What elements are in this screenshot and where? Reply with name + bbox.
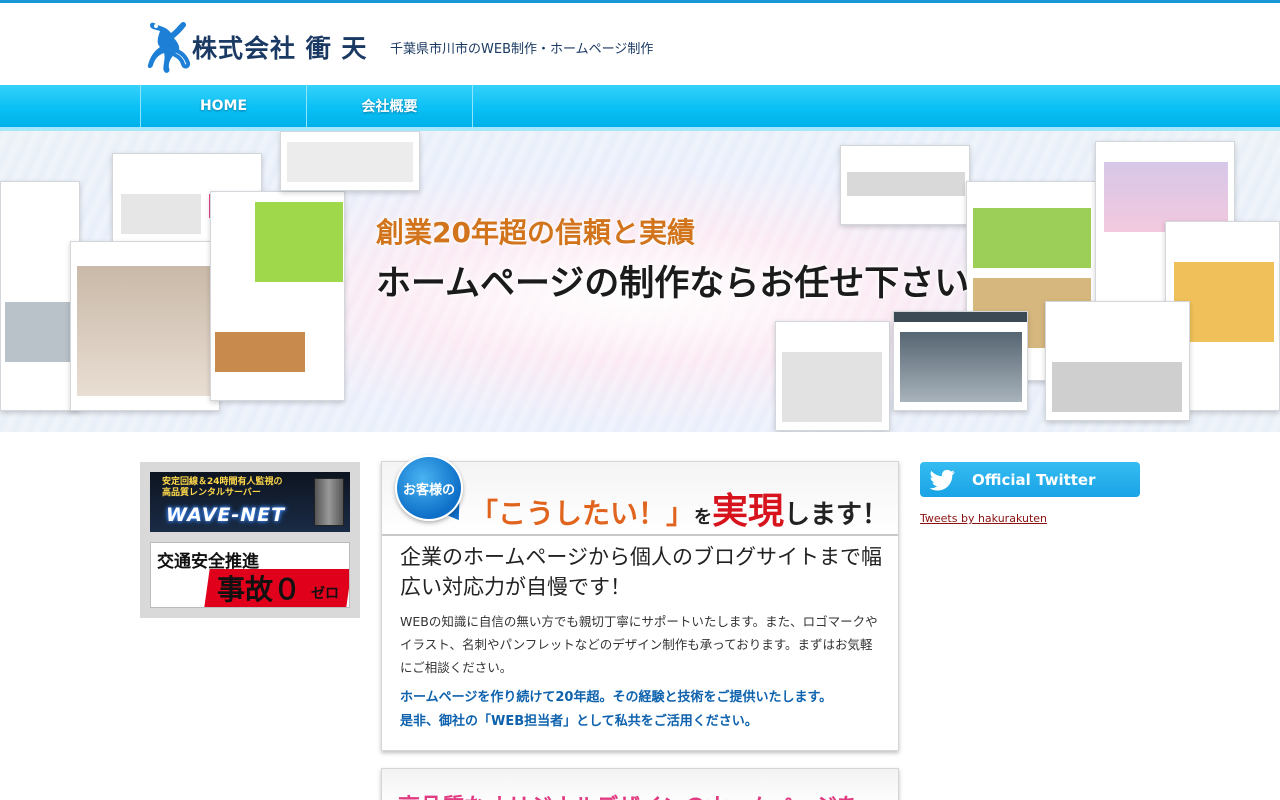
design-card: 高品質なオリジナルデザインのホームページを <box>381 768 899 800</box>
thumb-website <box>0 181 80 411</box>
twitter-bird-icon <box>930 469 955 490</box>
hero-banner: 創業20年超の信頼と実績 ホームページの制作ならお任せ下さい <box>0 131 1280 432</box>
intro-card-title: 「こうしたい！」を実現します！ <box>470 482 888 534</box>
intro-card-header: お客様の 「こうしたい！」を実現します！ <box>382 455 898 536</box>
wave-net-top-text: 安定回線＆24時間有人監視の 高品質レンタルサーバー <box>162 477 283 499</box>
intro-lead: 企業のホームページから個人のブログサイトまで幅広い対応力が自慢です！ <box>400 545 882 599</box>
thumb-website <box>775 321 890 431</box>
title-part-will: します！ <box>784 500 889 530</box>
wave-net-line2: 高品質レンタルサーバー <box>162 488 261 498</box>
official-twitter-label: Official Twitter <box>972 470 1096 489</box>
nav-item-company[interactable]: 会社概要 <box>306 85 473 127</box>
left-sidebar: 安定回線＆24時間有人監視の 高品質レンタルサーバー WAVE-NET 交通安全… <box>140 462 360 618</box>
brand-name: 株式会社 衝 天 <box>192 34 368 63</box>
zero-accident-sub: ゼロ <box>311 586 339 602</box>
zero-accident-banner[interactable]: 交通安全推進 事故０ ゼロ <box>150 542 350 608</box>
thumb-website <box>893 311 1028 411</box>
intro-card: お客様の 「こうしたい！」を実現します！ 企業のホームページから個人のブログサイ… <box>381 455 899 751</box>
customer-badge: お客様の <box>395 455 463 521</box>
official-twitter-banner[interactable]: Official Twitter <box>920 462 1140 497</box>
tweets-by-link[interactable]: Tweets by hakurakuten <box>920 512 1047 525</box>
thumb-website <box>70 241 220 411</box>
wave-net-name: WAVE-NET <box>166 504 286 526</box>
thumb-website <box>280 131 420 191</box>
hero-headline-1: 創業20年超の信頼と実績 <box>376 216 695 249</box>
site-header: 株式会社 衝 天 千葉県市川市のWEB制作・ホームページ制作 <box>0 3 1280 85</box>
thumb-website <box>210 191 345 401</box>
design-card-title: 高品質なオリジナルデザインのホームページを <box>398 789 859 800</box>
wave-net-line1: 安定回線＆24時間有人監視の <box>162 477 283 487</box>
intro-emphasis-line1: ホームページを作り続けて20年超。その経験と技術をご提供いたします。 <box>400 690 833 705</box>
thumb-website <box>1045 301 1190 421</box>
intro-body: WEBの知識に自信の無い方でも親切丁寧にサポートいたします。また、ロゴマークやイ… <box>400 614 878 675</box>
zero-accident-main: 事故０ <box>217 573 302 606</box>
thumb-website <box>840 145 970 225</box>
main-nav: HOME 会社概要 <box>0 85 1280 131</box>
title-part-realize: 実現 <box>712 491 785 532</box>
frog-logo-icon <box>147 21 191 73</box>
site-tagline: 千葉県市川市のWEB制作・ホームページ制作 <box>390 42 654 57</box>
intro-emphasis-line2: 是非、御社の「WEB担当者」として私共をご活用ください。 <box>400 714 758 729</box>
hero-headline-2: ホームページの制作ならお任せ下さい <box>376 264 970 304</box>
intro-emphasis: ホームページを作り続けて20年超。その経験と技術をご提供いたします。 是非、御社… <box>400 686 882 734</box>
title-part-wish: 「こうしたい！」 <box>470 497 695 530</box>
wave-net-banner[interactable]: 安定回線＆24時間有人監視の 高品質レンタルサーバー WAVE-NET <box>150 472 350 532</box>
title-part-wo: を <box>694 507 713 528</box>
site-logo[interactable]: 株式会社 衝 天 <box>144 17 376 75</box>
nav-item-home[interactable]: HOME <box>140 85 306 127</box>
server-icon <box>314 478 344 526</box>
